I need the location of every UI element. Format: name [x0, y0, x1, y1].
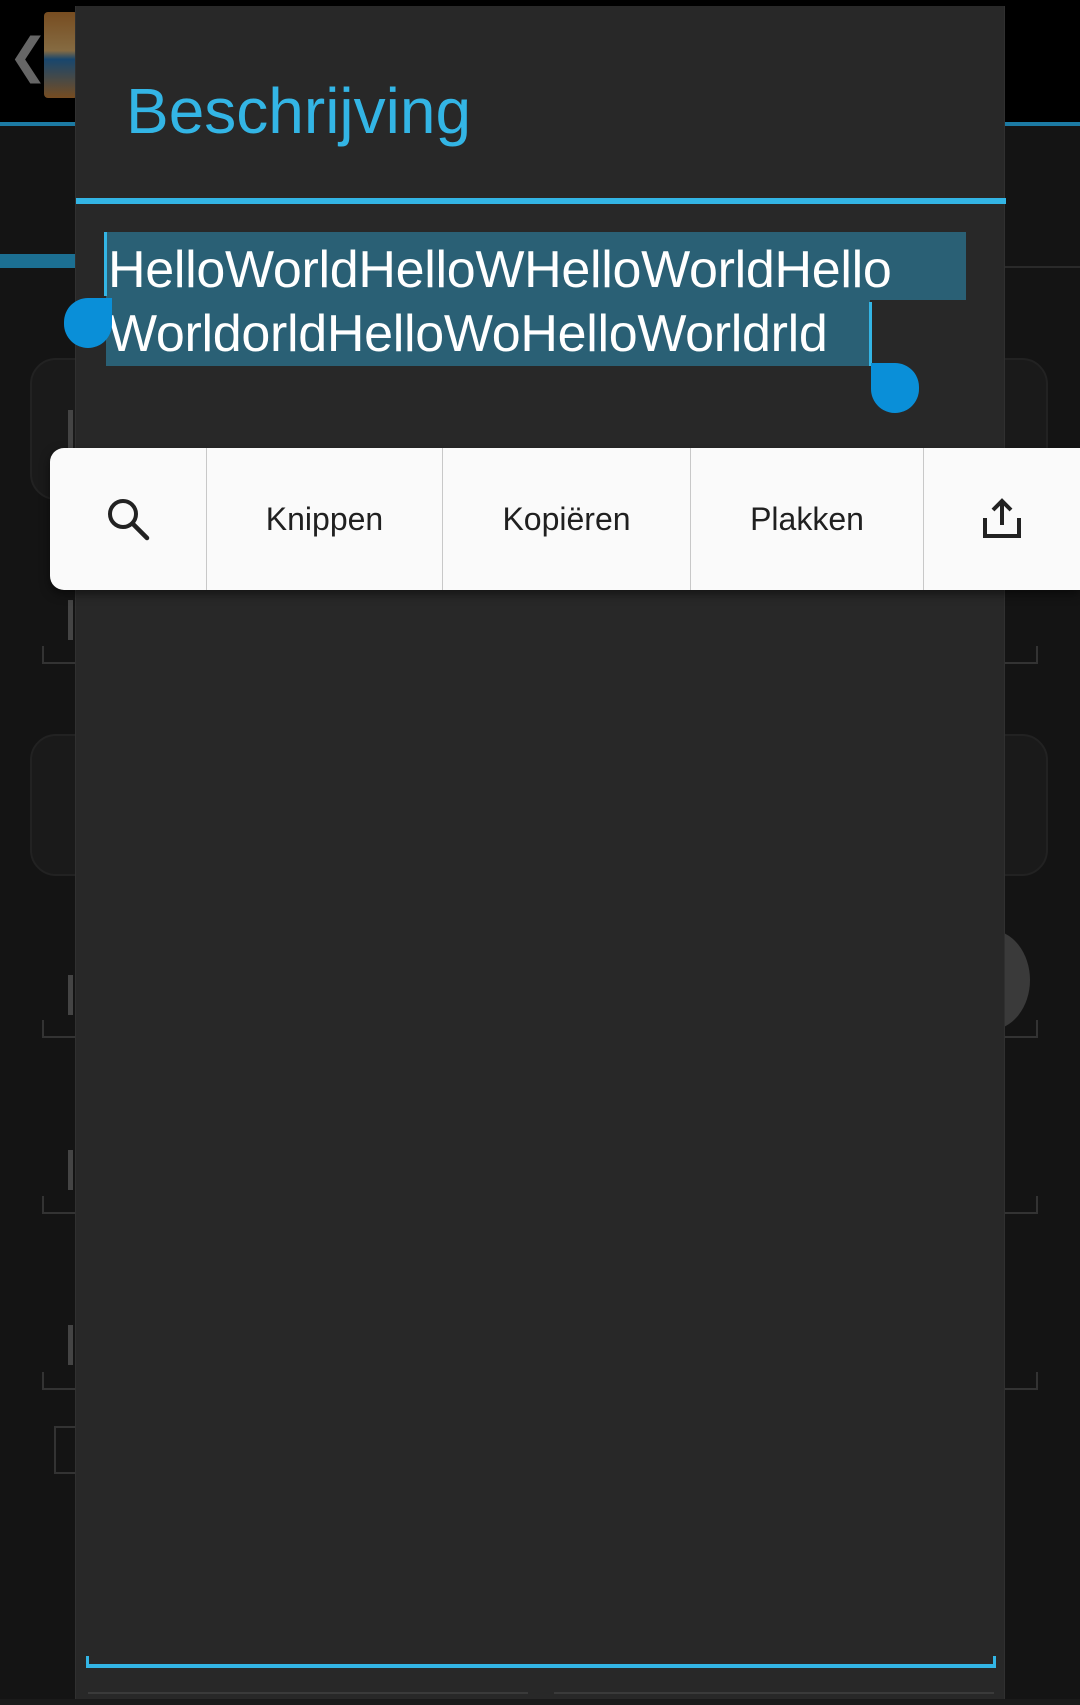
search-button[interactable] [50, 448, 207, 590]
selection-start-handle[interactable] [64, 298, 112, 348]
dialog-title-divider [76, 198, 1006, 204]
description-dialog: Beschrijving HelloWorldHelloWHelloWorldH… [64, 6, 1006, 1699]
background-field-cursor [68, 1150, 73, 1190]
selection-end-cursor [869, 302, 872, 366]
background-field-cursor [68, 410, 73, 450]
description-text-field[interactable]: HelloWorldHelloWHelloWorldHello Worldorl… [104, 226, 966, 376]
background-tab-indicator [0, 254, 80, 268]
app-icon [44, 12, 78, 98]
background-field-cursor [68, 975, 73, 1015]
copy-button[interactable]: Kopiëren [443, 448, 691, 590]
text-line: HelloWorldHelloWHelloWorldHello [108, 241, 892, 299]
copy-label: Kopiëren [502, 500, 631, 537]
selection-start-cursor [104, 232, 107, 296]
background-field-cursor [68, 1325, 73, 1365]
dialog-title: Beschrijving [126, 75, 472, 147]
selection-end-handle[interactable] [871, 363, 919, 413]
background-field-cursor [68, 600, 73, 640]
paste-label: Plakken [750, 500, 864, 537]
text-selection-toolbar: Knippen Kopiëren Plakken [50, 448, 1080, 590]
share-icon [983, 498, 1021, 538]
background-tab-divider [1000, 266, 1080, 268]
share-button[interactable] [924, 448, 1080, 590]
cut-label: Knippen [265, 500, 384, 537]
paste-button[interactable]: Plakken [691, 448, 924, 590]
dialog-bottom-indicator [86, 1656, 996, 1668]
search-icon [108, 499, 150, 541]
cut-button[interactable]: Knippen [207, 448, 443, 590]
back-chevron-icon: ❮ [8, 28, 49, 84]
text-line: WorldorldHelloWoHelloWorldrld [108, 305, 828, 363]
